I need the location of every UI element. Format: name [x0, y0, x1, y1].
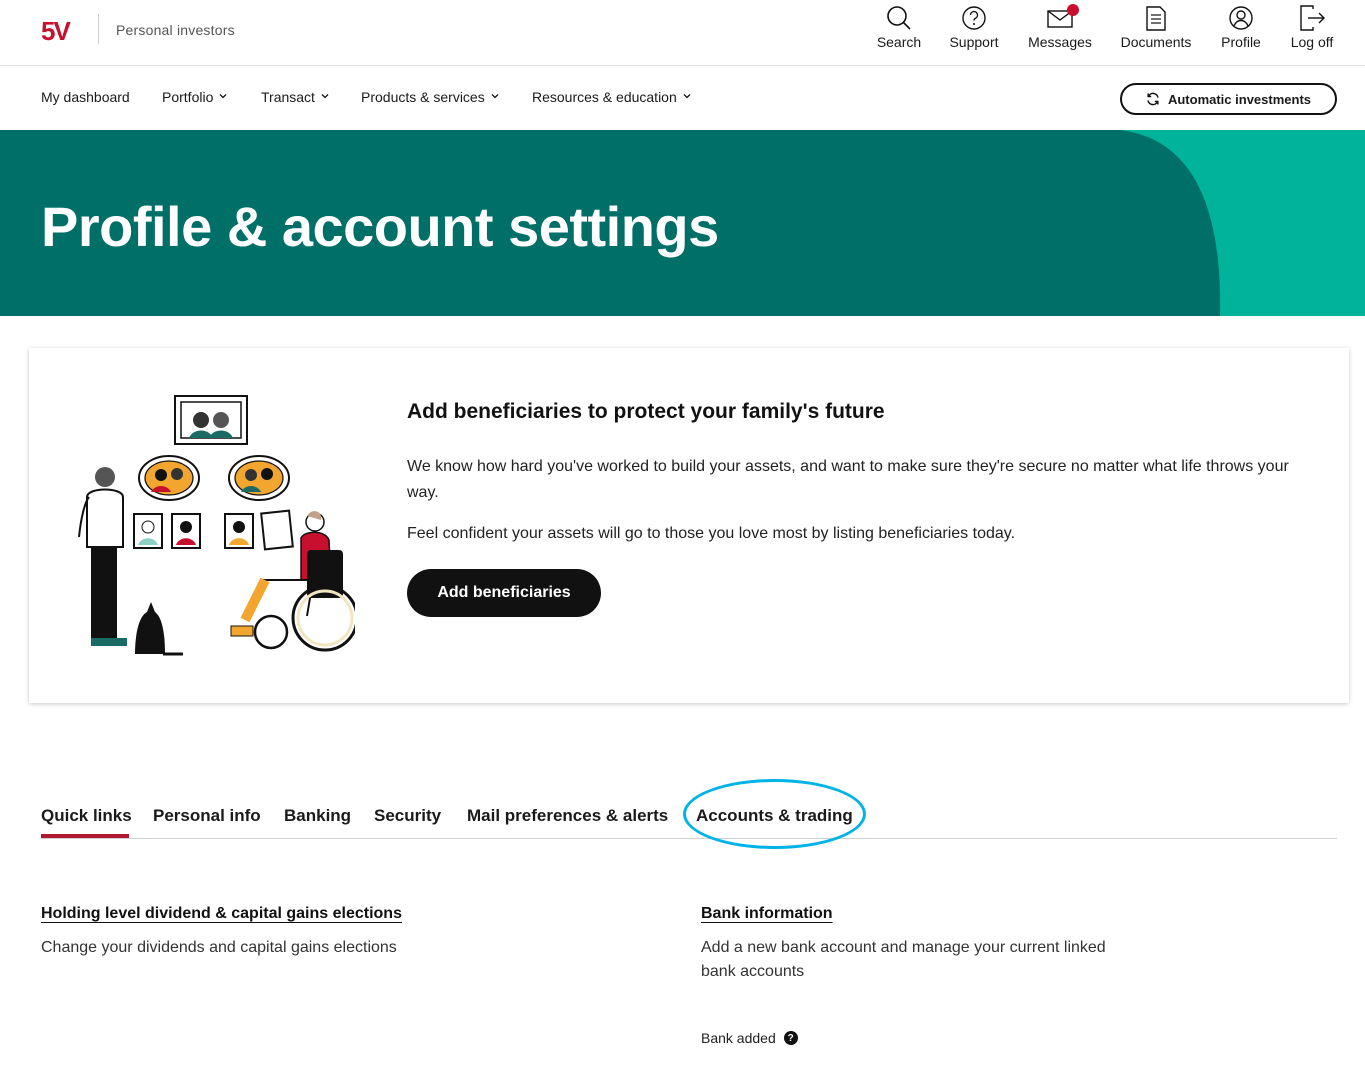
chevron-down-icon: [491, 94, 499, 99]
messages-label: Messages: [1028, 34, 1092, 50]
tab-banking[interactable]: Banking: [284, 806, 351, 826]
user-icon: [1229, 6, 1253, 30]
automatic-investments-label: Automatic investments: [1167, 91, 1312, 107]
tab-accounts-trading[interactable]: Accounts & trading: [696, 806, 853, 826]
svg-text:5V: 5V: [41, 16, 71, 45]
tab-quick-links[interactable]: Quick links: [41, 806, 132, 826]
nav-products-services[interactable]: Products & services: [361, 89, 499, 105]
logo-divider: [98, 14, 99, 44]
page-title: Profile & account settings: [41, 195, 719, 258]
logoff-button[interactable]: Log off: [1285, 4, 1339, 60]
help-circle-icon: [962, 6, 986, 30]
nav-transact-label: Transact: [261, 89, 315, 105]
dividend-elections-description: Change your dividends and capital gains …: [41, 939, 397, 956]
search-button[interactable]: Search: [873, 4, 925, 60]
automatic-investments-button[interactable]: Automatic investments: [1120, 83, 1337, 115]
top-header: 5V Personal investors Search Support Mes…: [0, 0, 1365, 66]
promo-paragraph-1: We know how hard you've worked to build …: [407, 458, 1289, 501]
documents-label: Documents: [1120, 34, 1192, 50]
bank-added-label: Bank added: [701, 1030, 776, 1046]
search-icon: [887, 6, 911, 30]
profile-button[interactable]: Profile: [1217, 4, 1265, 60]
nav-portfolio-label: Portfolio: [162, 89, 214, 105]
question-mark-icon[interactable]: ?: [783, 1031, 798, 1045]
nav-portfolio[interactable]: Portfolio: [162, 89, 227, 105]
logoff-label: Log off: [1290, 34, 1334, 50]
site-label: Personal investors: [116, 22, 235, 38]
nav-my-dashboard-label: My dashboard: [41, 89, 130, 105]
active-tab-indicator: [41, 834, 129, 838]
bank-added-status: Bank added ?: [701, 1030, 798, 1046]
logout-icon: [1300, 5, 1325, 31]
settings-tabs: Quick links Personal info Banking Securi…: [41, 796, 1337, 839]
nav-resources-education[interactable]: Resources & education: [532, 89, 691, 105]
chevron-down-icon: [219, 94, 227, 99]
chevron-down-icon: [683, 94, 691, 99]
promo-paragraph-2: Feel confident your assets will go to th…: [407, 525, 1016, 542]
main-nav: My dashboard Portfolio Transact Products…: [0, 66, 1365, 130]
bank-information-link[interactable]: Bank information: [701, 905, 833, 923]
hero-banner: Profile & account settings: [0, 130, 1365, 316]
dividend-elections-link[interactable]: Holding level dividend & capital gains e…: [41, 905, 402, 923]
promo-title: Add beneficiaries to protect your family…: [407, 400, 885, 423]
nav-my-dashboard[interactable]: My dashboard: [41, 89, 130, 105]
refresh-icon: [1147, 92, 1159, 106]
nav-products-services-label: Products & services: [361, 89, 485, 105]
documents-button[interactable]: Documents: [1116, 4, 1196, 60]
nav-transact[interactable]: Transact: [261, 89, 329, 105]
support-label: Support: [949, 34, 999, 50]
tab-mail-preferences-alerts[interactable]: Mail preferences & alerts: [467, 806, 668, 826]
tab-security[interactable]: Security: [374, 806, 441, 826]
beneficiaries-promo-card: Add beneficiaries to protect your family…: [29, 348, 1349, 703]
support-button[interactable]: Support: [945, 4, 1003, 60]
search-label: Search: [876, 34, 922, 50]
family-illustration: [78, 395, 355, 656]
messages-button[interactable]: Messages: [1026, 4, 1094, 60]
document-icon: [1146, 6, 1166, 31]
chevron-down-icon: [321, 94, 329, 99]
profile-label: Profile: [1221, 34, 1261, 50]
brand-logo[interactable]: 5V: [41, 15, 83, 45]
notification-dot: [1067, 4, 1079, 16]
bank-information-description: Add a new bank account and manage your c…: [701, 939, 1106, 980]
add-beneficiaries-button[interactable]: Add beneficiaries: [407, 569, 601, 617]
nav-resources-education-label: Resources & education: [532, 89, 677, 105]
tab-personal-info[interactable]: Personal info: [153, 806, 261, 826]
